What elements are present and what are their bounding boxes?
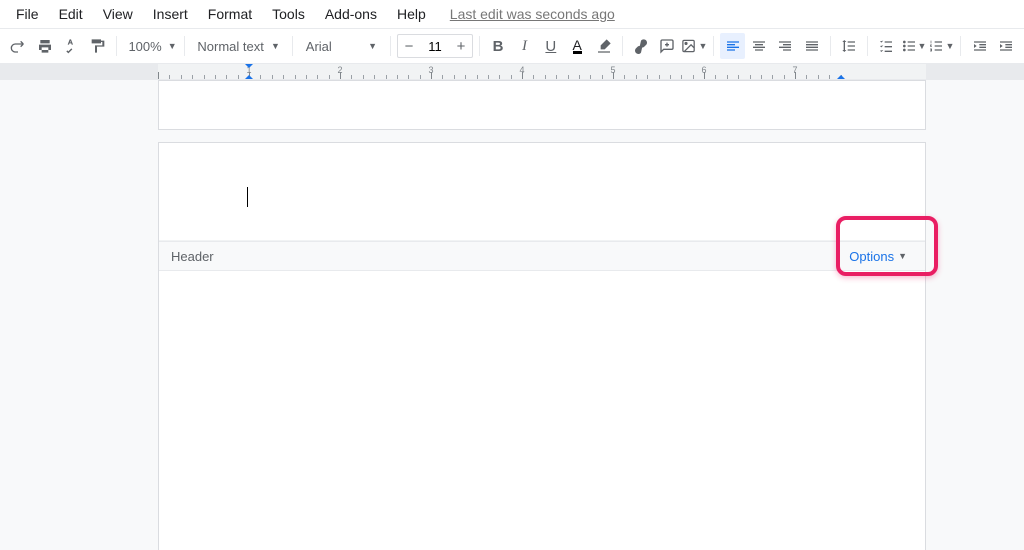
menu-tools[interactable]: Tools <box>264 2 313 26</box>
numbered-list-button[interactable]: ▼ <box>928 33 954 59</box>
toolbar: 100%▼ Normal text▼ Arial▼ − + B I U A ▼ … <box>0 28 1024 64</box>
insert-comment-button[interactable] <box>655 33 679 59</box>
separator <box>867 36 868 56</box>
spellcheck-button[interactable] <box>59 33 83 59</box>
font-size-decrease[interactable]: − <box>398 38 420 55</box>
align-center-button[interactable] <box>747 33 771 59</box>
indent-decrease-button[interactable] <box>967 33 991 59</box>
chevron-down-icon: ▼ <box>271 41 280 51</box>
current-page[interactable]: Header Options ▼ <box>158 142 926 550</box>
menu-addons[interactable]: Add-ons <box>317 2 385 26</box>
ruler-left-margin <box>0 64 158 79</box>
menu-bar: File Edit View Insert Format Tools Add-o… <box>0 0 1024 28</box>
header-label: Header <box>171 249 214 264</box>
insert-image-button[interactable]: ▼ <box>681 33 707 59</box>
insert-link-button[interactable] <box>629 33 653 59</box>
line-spacing-button[interactable] <box>837 33 861 59</box>
menu-insert[interactable]: Insert <box>145 2 196 26</box>
text-cursor <box>247 187 248 207</box>
italic-button[interactable]: I <box>512 33 536 59</box>
header-options-label: Options <box>849 249 894 264</box>
bulleted-list-button[interactable]: ▼ <box>901 33 927 59</box>
chevron-down-icon: ▼ <box>168 41 177 51</box>
align-left-button[interactable] <box>720 33 744 59</box>
previous-page-bottom[interactable] <box>158 80 926 130</box>
separator <box>116 36 117 56</box>
separator <box>830 36 831 56</box>
header-options-button[interactable]: Options ▼ <box>843 246 913 267</box>
underline-button[interactable]: U <box>539 33 563 59</box>
text-color-button[interactable]: A <box>565 33 589 59</box>
header-info-bar: Header Options ▼ <box>159 241 925 271</box>
ruler[interactable]: 1234567 <box>0 64 1024 80</box>
menu-file[interactable]: File <box>8 2 47 26</box>
chevron-down-icon: ▼ <box>898 251 907 261</box>
ruler-right-margin <box>926 64 1024 79</box>
menu-help[interactable]: Help <box>389 2 434 26</box>
zoom-value: 100% <box>128 39 161 54</box>
separator <box>713 36 714 56</box>
font-size-input[interactable] <box>420 35 450 57</box>
highlight-button[interactable] <box>591 33 615 59</box>
separator <box>292 36 293 56</box>
paragraph-style-dropdown[interactable]: Normal text ▼ <box>191 33 285 59</box>
menu-view[interactable]: View <box>95 2 141 26</box>
chevron-down-icon: ▼ <box>918 41 927 51</box>
chevron-down-icon: ▼ <box>945 41 954 51</box>
font-size-increase[interactable]: + <box>450 38 472 55</box>
zoom-dropdown[interactable]: 100% ▼ <box>122 33 178 59</box>
indent-increase-button[interactable] <box>994 33 1018 59</box>
header-edit-area[interactable] <box>159 143 925 241</box>
redo-button[interactable] <box>6 33 30 59</box>
paragraph-style-value: Normal text <box>197 39 263 54</box>
chevron-down-icon: ▼ <box>368 41 377 51</box>
font-value: Arial <box>306 39 332 54</box>
font-size-group: − + <box>397 34 473 58</box>
paint-format-button[interactable] <box>85 33 109 59</box>
checklist-button[interactable] <box>874 33 898 59</box>
font-dropdown[interactable]: Arial ▼ <box>299 33 384 59</box>
menu-format[interactable]: Format <box>200 2 260 26</box>
bold-button[interactable]: B <box>486 33 510 59</box>
last-edit-link[interactable]: Last edit was seconds ago <box>450 6 615 22</box>
menu-edit[interactable]: Edit <box>51 2 91 26</box>
print-button[interactable] <box>32 33 56 59</box>
separator <box>479 36 480 56</box>
align-right-button[interactable] <box>773 33 797 59</box>
separator <box>184 36 185 56</box>
separator <box>960 36 961 56</box>
separator <box>622 36 623 56</box>
document-area: Header Options ▼ <box>0 80 1024 550</box>
separator <box>390 36 391 56</box>
chevron-down-icon: ▼ <box>699 41 708 51</box>
align-justify-button[interactable] <box>800 33 824 59</box>
